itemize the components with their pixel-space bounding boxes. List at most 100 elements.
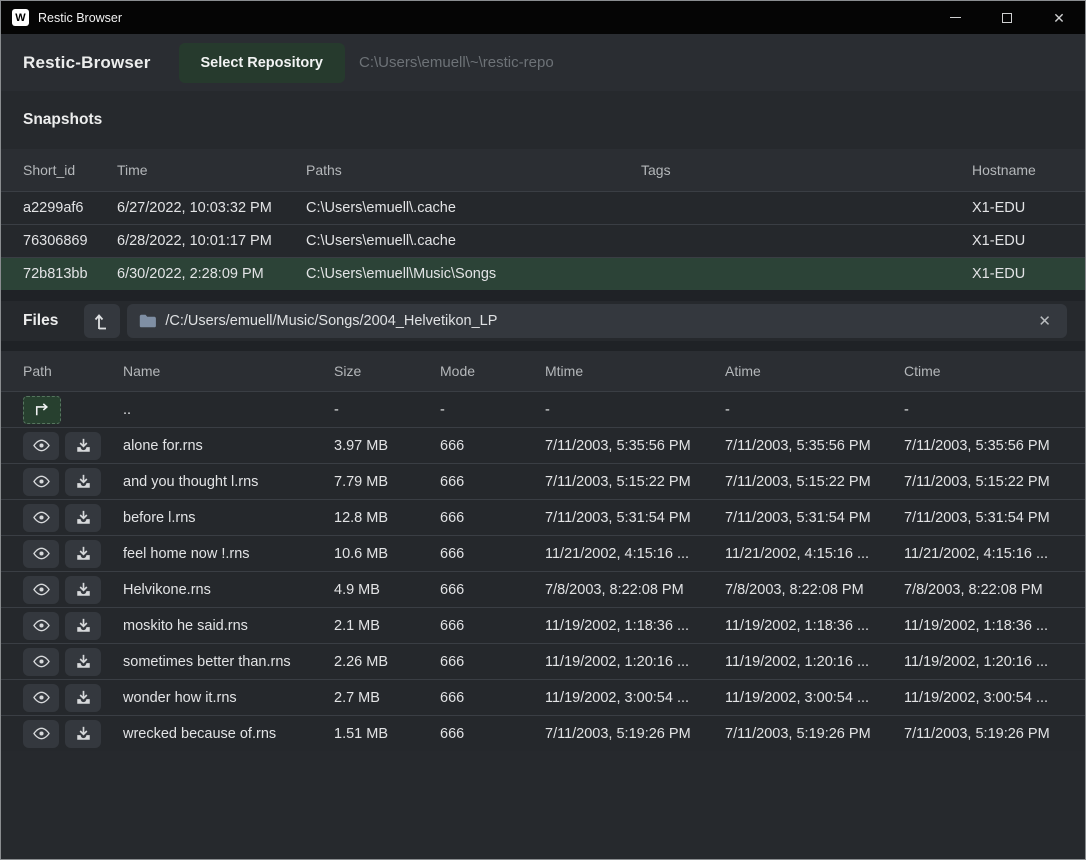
- download-icon: [76, 654, 91, 669]
- snapshot-tags: [629, 258, 960, 290]
- file-mtime: 7/8/2003, 8:22:08 PM: [533, 572, 713, 607]
- header: Restic-Browser Select Repository C:\User…: [1, 34, 1085, 91]
- file-ctime: -: [892, 392, 1071, 427]
- snapshot-short-id: 72b813bb: [11, 258, 105, 290]
- file-mode: -: [428, 392, 533, 427]
- download-file-button[interactable]: [65, 612, 101, 640]
- preview-file-button[interactable]: [23, 684, 59, 712]
- clear-path-button[interactable]: ✕: [1034, 310, 1055, 332]
- snapshot-row[interactable]: 76306869 6/28/2022, 10:01:17 PM C:\Users…: [1, 224, 1085, 257]
- preview-file-button[interactable]: [23, 468, 59, 496]
- eye-icon: [32, 727, 51, 740]
- eye-icon: [32, 511, 51, 524]
- file-mode: 666: [428, 500, 533, 535]
- file-name: sometimes better than.rns: [111, 644, 322, 679]
- download-icon: [76, 438, 91, 453]
- file-mtime: 11/21/2002, 4:15:16 ...: [533, 536, 713, 571]
- column-header-ctime: Ctime: [892, 351, 1071, 391]
- file-size: 1.51 MB: [322, 716, 428, 751]
- file-name: wrecked because of.rns: [111, 716, 322, 751]
- file-row: feel home now !.rns 10.6 MB 666 11/21/20…: [1, 535, 1085, 571]
- column-header-short-id: Short_id: [11, 149, 105, 191]
- file-size: 3.97 MB: [322, 428, 428, 463]
- file-size: 4.9 MB: [322, 572, 428, 607]
- preview-file-button[interactable]: [23, 648, 59, 676]
- file-row: before l.rns 12.8 MB 666 7/11/2003, 5:31…: [1, 499, 1085, 535]
- column-header-hostname: Hostname: [960, 149, 1071, 191]
- snapshot-tags: [629, 225, 960, 257]
- preview-file-button[interactable]: [23, 432, 59, 460]
- preview-file-button[interactable]: [23, 612, 59, 640]
- snapshot-hostname: X1-EDU: [960, 258, 1071, 290]
- download-file-button[interactable]: [65, 720, 101, 748]
- column-header-tags: Tags: [629, 149, 960, 191]
- eye-icon: [32, 655, 51, 668]
- titlebar: W Restic Browser ✕: [1, 1, 1085, 34]
- snapshot-row[interactable]: a2299af6 6/27/2022, 10:03:32 PM C:\Users…: [1, 191, 1085, 224]
- files-table-header: Path Name Size Mode Mtime Atime Ctime: [1, 351, 1085, 391]
- file-name: feel home now !.rns: [111, 536, 322, 571]
- file-mtime: 11/19/2002, 3:00:54 ...: [533, 680, 713, 715]
- file-ctime: 11/19/2002, 1:18:36 ...: [892, 608, 1071, 643]
- close-button[interactable]: ✕: [1033, 1, 1085, 34]
- download-file-button[interactable]: [65, 576, 101, 604]
- file-ctime: 7/8/2003, 8:22:08 PM: [892, 572, 1071, 607]
- snapshots-table-header: Short_id Time Paths Tags Hostname: [1, 149, 1085, 191]
- download-file-button[interactable]: [65, 432, 101, 460]
- download-file-button[interactable]: [65, 504, 101, 532]
- file-size: 10.6 MB: [322, 536, 428, 571]
- file-name: before l.rns: [111, 500, 322, 535]
- file-ctime: 7/11/2003, 5:19:26 PM: [892, 716, 1071, 751]
- snapshot-time: 6/28/2022, 10:01:17 PM: [105, 225, 294, 257]
- file-atime: 7/11/2003, 5:35:56 PM: [713, 428, 892, 463]
- files-section-title: Files: [23, 312, 58, 330]
- download-icon: [76, 690, 91, 705]
- file-size: 2.26 MB: [322, 644, 428, 679]
- snapshot-short-id: a2299af6: [11, 192, 105, 224]
- preview-file-button[interactable]: [23, 540, 59, 568]
- maximize-button[interactable]: [981, 1, 1033, 34]
- minimize-button[interactable]: [929, 1, 981, 34]
- download-file-button[interactable]: [65, 468, 101, 496]
- file-atime: 11/19/2002, 1:18:36 ...: [713, 608, 892, 643]
- download-file-button[interactable]: [65, 648, 101, 676]
- file-ctime: 11/21/2002, 4:15:16 ...: [892, 536, 1071, 571]
- enter-parent-directory-button[interactable]: [23, 396, 61, 424]
- preview-file-button[interactable]: [23, 576, 59, 604]
- snapshot-paths: C:\Users\emuell\.cache: [294, 192, 629, 224]
- preview-file-button[interactable]: [23, 720, 59, 748]
- snapshot-hostname: X1-EDU: [960, 225, 1071, 257]
- file-row: alone for.rns 3.97 MB 666 7/11/2003, 5:3…: [1, 427, 1085, 463]
- file-row: and you thought l.rns 7.79 MB 666 7/11/2…: [1, 463, 1085, 499]
- download-icon: [76, 546, 91, 561]
- file-mtime: -: [533, 392, 713, 427]
- file-mtime: 7/11/2003, 5:31:54 PM: [533, 500, 713, 535]
- folder-icon: [139, 314, 156, 328]
- file-mtime: 11/19/2002, 1:20:16 ...: [533, 644, 713, 679]
- file-atime: 7/8/2003, 8:22:08 PM: [713, 572, 892, 607]
- file-row: wrecked because of.rns 1.51 MB 666 7/11/…: [1, 715, 1085, 751]
- download-icon: [76, 510, 91, 525]
- download-file-button[interactable]: [65, 540, 101, 568]
- file-atime: 11/19/2002, 3:00:54 ...: [713, 680, 892, 715]
- section-divider: [1, 290, 1085, 301]
- file-row: moskito he said.rns 2.1 MB 666 11/19/200…: [1, 607, 1085, 643]
- goto-root-path-button[interactable]: [84, 304, 120, 338]
- column-header-mode: Mode: [428, 351, 533, 391]
- column-header-paths: Paths: [294, 149, 629, 191]
- eye-icon: [32, 547, 51, 560]
- column-header-atime: Atime: [713, 351, 892, 391]
- window-title: Restic Browser: [38, 11, 929, 25]
- snapshot-row-selected[interactable]: 72b813bb 6/30/2022, 2:28:09 PM C:\Users\…: [1, 257, 1085, 290]
- column-header-name: Name: [111, 351, 322, 391]
- maximize-icon: [1002, 13, 1012, 23]
- file-row: wonder how it.rns 2.7 MB 666 11/19/2002,…: [1, 679, 1085, 715]
- up-and-right-arrow-icon: [33, 403, 51, 417]
- download-icon: [76, 582, 91, 597]
- preview-file-button[interactable]: [23, 504, 59, 532]
- current-path-input[interactable]: /C:/Users/emuell/Music/Songs/2004_Helvet…: [127, 304, 1067, 338]
- select-repository-button[interactable]: Select Repository: [179, 43, 346, 83]
- file-name: and you thought l.rns: [111, 464, 322, 499]
- download-file-button[interactable]: [65, 684, 101, 712]
- file-atime: 7/11/2003, 5:15:22 PM: [713, 464, 892, 499]
